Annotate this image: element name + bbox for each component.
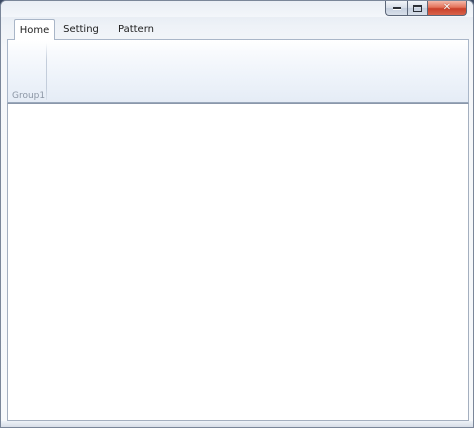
close-button[interactable]: ✕ (427, 1, 467, 16)
minimize-icon (392, 6, 401, 10)
maximize-icon (413, 4, 422, 12)
maximize-button[interactable] (407, 1, 427, 16)
close-icon: ✕ (442, 2, 452, 13)
tab-pattern[interactable]: Pattern (114, 19, 158, 39)
group-label: Group1 (12, 91, 46, 101)
minimize-button[interactable] (385, 1, 407, 16)
ribbon-panel: Group1 (7, 39, 469, 103)
application-window: ✕ Home Setting Pattern Group1 (0, 0, 474, 428)
tab-home[interactable]: Home (14, 19, 55, 40)
ribbon-group-1: Group1 (8, 40, 47, 102)
caption-buttons: ✕ (385, 1, 467, 16)
window-bottom-border (1, 421, 473, 427)
ribbon-tab-strip: Home Setting Pattern (1, 19, 473, 40)
group-divider (46, 43, 47, 100)
content-area[interactable] (7, 103, 469, 421)
tab-setting[interactable]: Setting (61, 19, 101, 39)
title-bar[interactable]: ✕ (1, 1, 473, 17)
